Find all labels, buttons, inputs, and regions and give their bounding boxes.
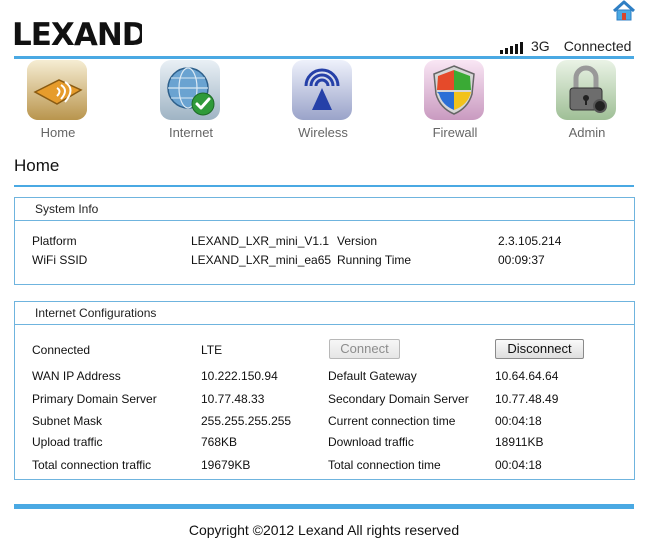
wan-ip-value: 10.222.150.94 [201,369,278,383]
download-value: 18911KB [495,435,544,449]
footer-divider [14,504,634,509]
current-time-value: 00:04:18 [495,414,542,428]
svg-text:LEXAND: LEXAND [12,17,142,50]
running-time-label: Running Time [337,253,412,267]
signal-strength-icon [500,40,523,54]
nav-home[interactable]: Home [27,60,89,144]
system-info-header: System Info [15,198,634,221]
current-time-label: Current connection time [328,414,456,428]
copyright-text: Copyright ©2012 Lexand All rights reserv… [188,522,460,538]
connect-button[interactable]: Connect [329,339,400,359]
primary-dns-label: Primary Domain Server [32,392,157,406]
shield-icon [424,60,484,120]
nav-admin[interactable]: Admin [556,60,618,144]
subnet-value: 255.255.255.255 [201,414,292,428]
nav-firewall-label: Firewall [432,125,478,140]
gateway-label: Default Gateway [328,369,417,383]
system-info-title: System Info [35,202,99,216]
nav-firewall[interactable]: Firewall [424,60,486,144]
connection-status: 3G Connected [500,38,631,54]
nav-admin-label: Admin [568,125,606,140]
download-label: Download traffic [328,435,414,449]
ssid-value: LEXAND_LXR_mini_ea65 [191,253,332,267]
total-time-label: Total connection time [328,458,441,472]
home-icon[interactable] [612,0,636,22]
upload-label: Upload traffic [32,435,103,449]
gateway-value: 10.64.64.64 [495,369,559,383]
version-label: Version [337,234,378,248]
secondary-dns-label: Secondary Domain Server [328,392,469,406]
system-info-panel: System Info Platform LEXAND_LXR_mini_V1.… [14,197,635,285]
internet-config-title: Internet Configurations [35,306,157,320]
title-divider [14,185,634,187]
page-title: Home [14,156,60,175]
connection-status-text: Connected [563,38,632,54]
subnet-label: Subnet Mask [32,414,103,428]
platform-value: LEXAND_LXR_mini_V1.1 [191,234,330,248]
globe-icon [160,60,220,120]
home-nav-icon [27,60,87,120]
disconnect-button[interactable]: Disconnect [495,339,584,359]
running-time-value: 00:09:37 [498,253,545,267]
nav-internet-label: Internet [168,125,214,140]
connected-label: Connected [32,343,91,357]
platform-label: Platform [32,234,77,248]
upload-value: 768KB [201,435,238,449]
secondary-dns-value: 10.77.48.49 [495,392,559,406]
connected-value: LTE [201,343,223,357]
primary-dns-value: 10.77.48.33 [201,392,265,406]
nav-internet[interactable]: Internet [160,60,222,144]
internet-config-panel: Internet Configurations Connected LTE Co… [14,301,635,480]
version-value: 2.3.105.214 [498,234,562,248]
nav-wireless-label: Wireless [298,125,348,140]
lock-icon [556,60,616,120]
network-type: 3G [531,38,550,54]
nav-home-label: Home [40,125,76,140]
total-traffic-label: Total connection traffic [32,458,152,472]
nav-wireless[interactable]: Wireless [292,60,354,144]
internet-config-header: Internet Configurations [15,302,634,325]
wireless-icon [292,60,352,120]
lexand-logo: LEXAND [12,17,142,50]
header-divider [14,56,634,59]
total-time-value: 00:04:18 [495,458,542,472]
total-traffic-value: 19679KB [201,458,251,472]
wan-ip-label: WAN IP Address [32,369,121,383]
ssid-label: WiFi SSID [32,253,88,267]
